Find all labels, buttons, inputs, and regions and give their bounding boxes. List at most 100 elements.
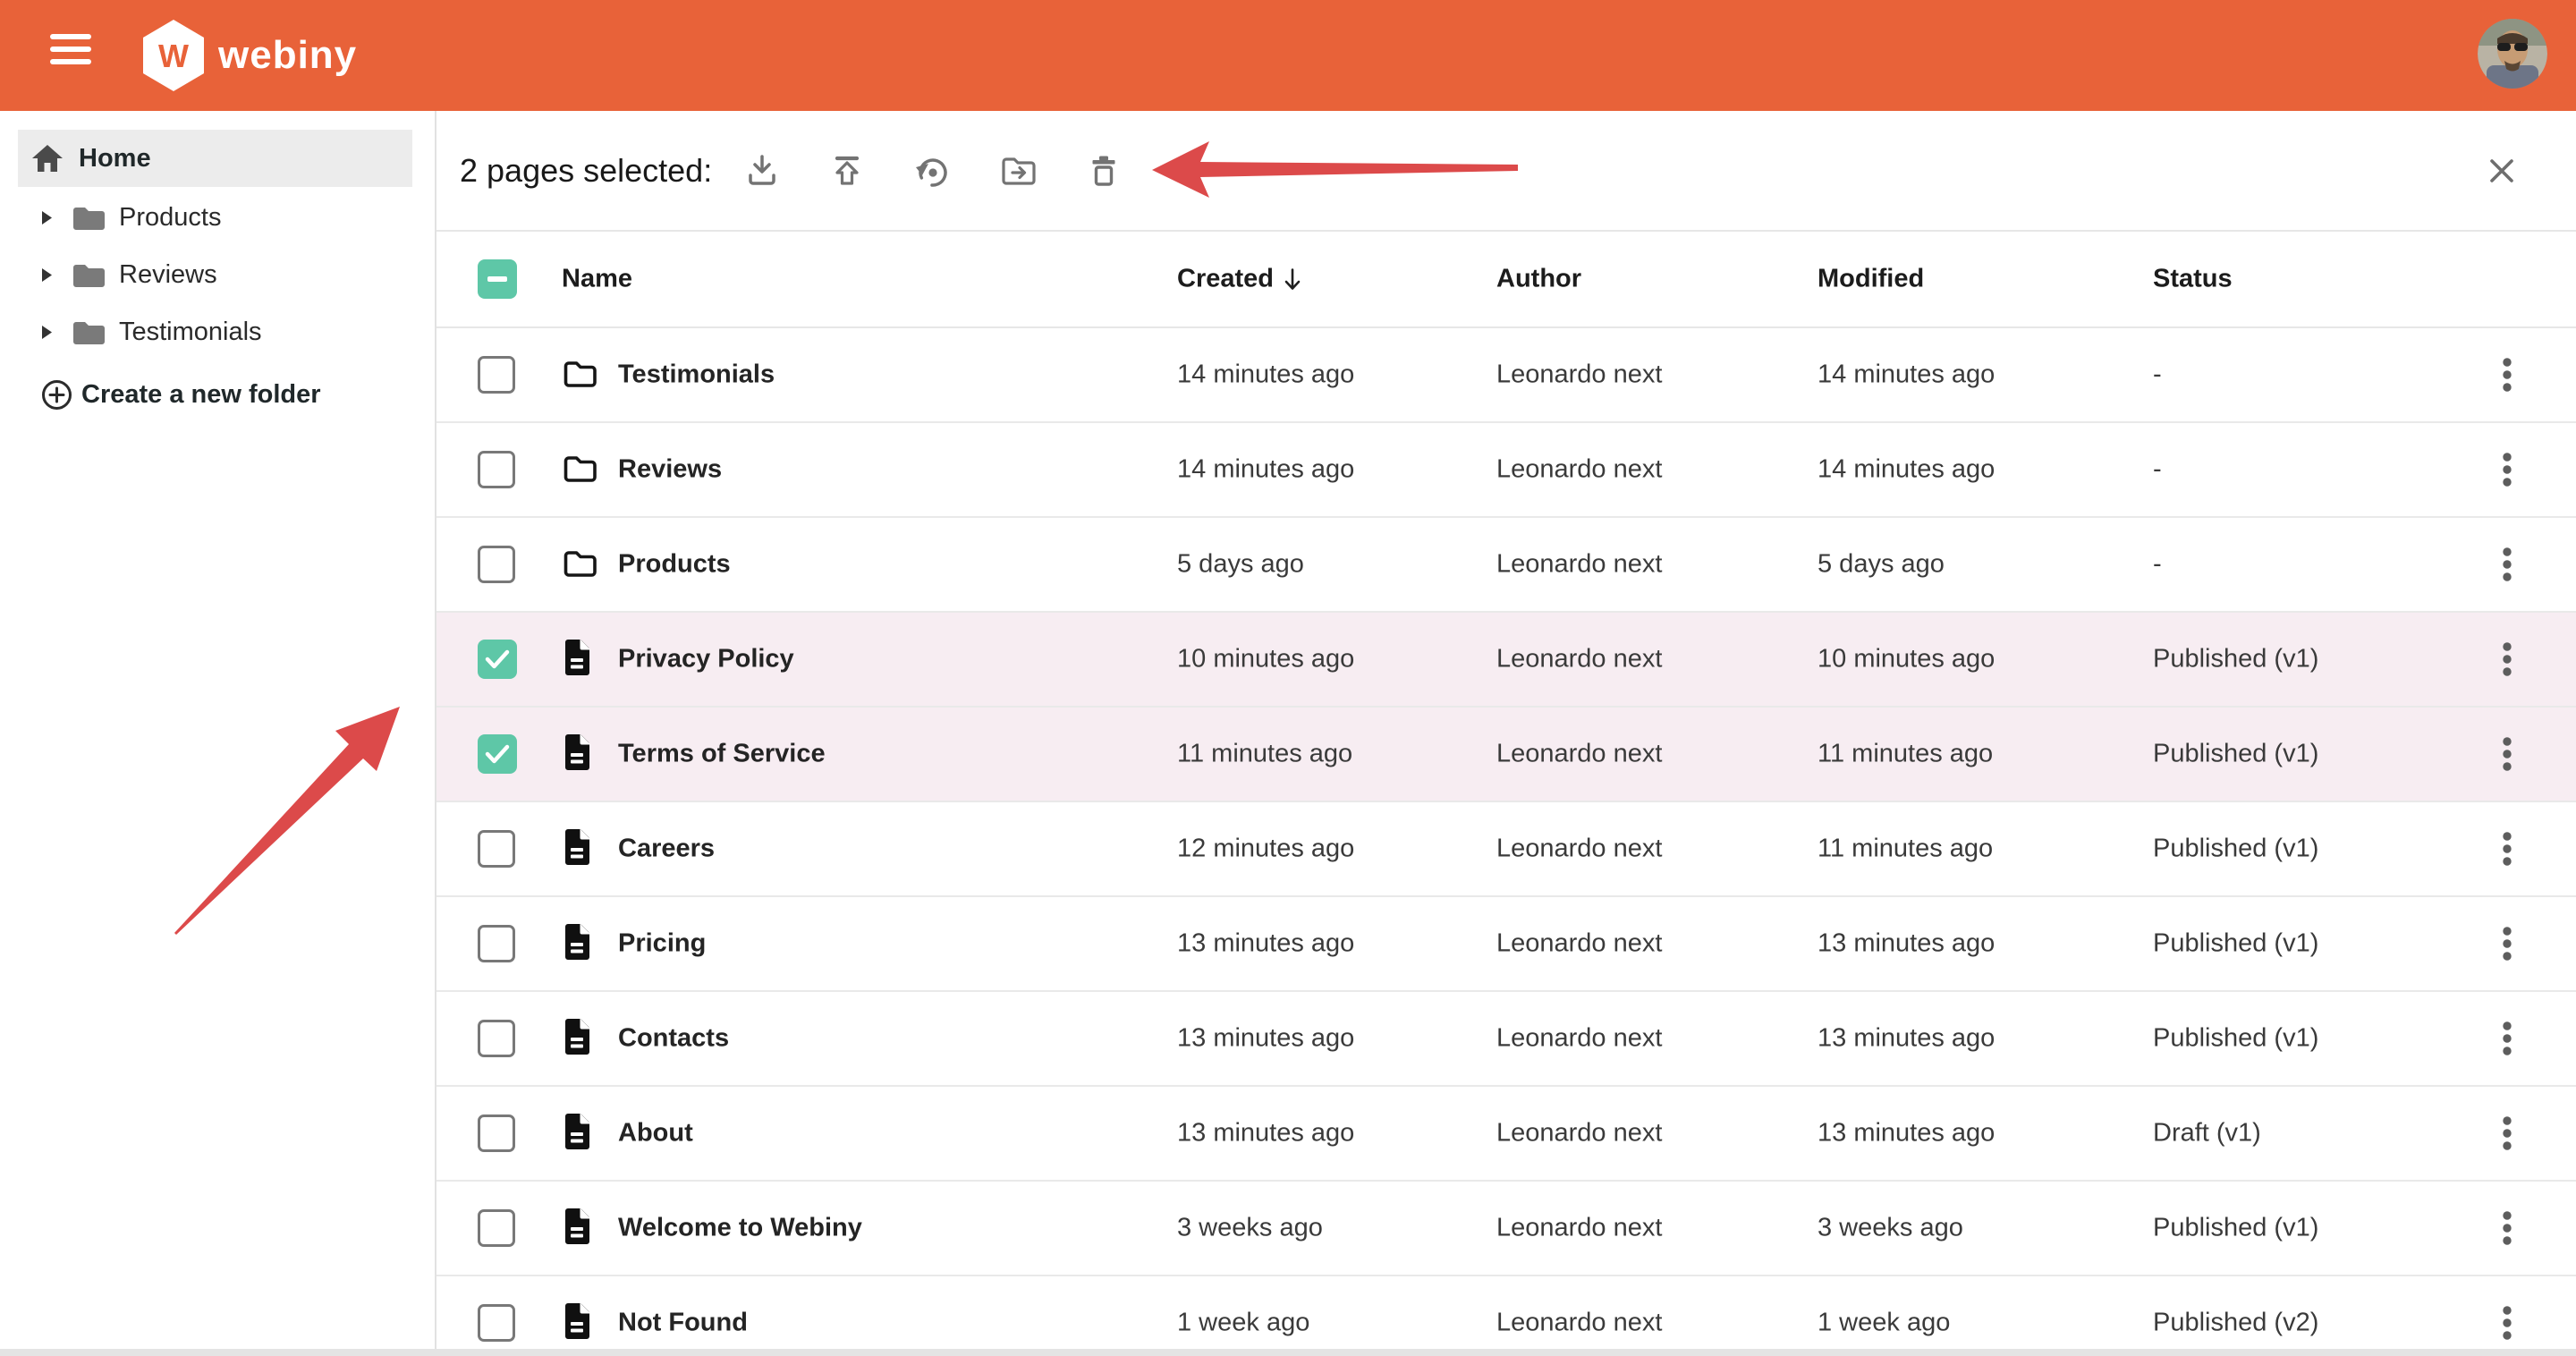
- kebab-menu-icon[interactable]: [2501, 1208, 2513, 1249]
- folder-icon: [71, 203, 107, 233]
- kebab-menu-icon[interactable]: [2501, 354, 2513, 395]
- column-header-name[interactable]: Name: [562, 265, 632, 294]
- row-name[interactable]: Privacy Policy: [618, 645, 794, 674]
- row-checkbox[interactable]: [478, 1114, 515, 1152]
- download-icon[interactable]: [742, 151, 782, 191]
- move-to-folder-icon[interactable]: [999, 151, 1038, 191]
- table-row[interactable]: Privacy Policy 10 minutes ago Leonardo n…: [436, 613, 2576, 708]
- row-checkbox[interactable]: [478, 356, 515, 394]
- kebab-menu-icon[interactable]: [2501, 639, 2513, 680]
- table-row[interactable]: About 13 minutes ago Leonardo next 13 mi…: [436, 1087, 2576, 1182]
- row-modified: 14 minutes ago: [1818, 360, 1995, 390]
- row-author: Leonardo next: [1496, 929, 1662, 959]
- sort-desc-arrow-icon: [1283, 267, 1302, 292]
- brand-wordmark: webiny: [218, 33, 357, 78]
- row-name[interactable]: Terms of Service: [618, 740, 826, 769]
- column-header-author[interactable]: Author: [1496, 265, 1581, 294]
- user-avatar[interactable]: [2478, 19, 2547, 89]
- publish-icon[interactable]: [827, 151, 867, 191]
- row-name[interactable]: Contacts: [618, 1024, 729, 1054]
- kebab-menu-icon[interactable]: [2501, 449, 2513, 490]
- row-status: Published (v1): [2153, 740, 2318, 769]
- create-new-folder-button[interactable]: Create a new folder: [0, 366, 435, 423]
- kebab-menu-icon[interactable]: [2501, 1113, 2513, 1154]
- row-checkbox[interactable]: [478, 1304, 515, 1342]
- row-checkbox[interactable]: [478, 640, 517, 679]
- table-row[interactable]: Testimonials 14 minutes ago Leonardo nex…: [436, 328, 2576, 423]
- row-status: -: [2153, 360, 2162, 390]
- row-checkbox[interactable]: [478, 451, 515, 488]
- row-author: Leonardo next: [1496, 1024, 1662, 1054]
- kebab-menu-icon[interactable]: [2501, 733, 2513, 775]
- sidebar-folder-item[interactable]: Products: [0, 189, 435, 246]
- table-row[interactable]: Contacts 13 minutes ago Leonardo next 13…: [436, 992, 2576, 1087]
- unpublish-restore-icon[interactable]: [912, 151, 952, 191]
- sidebar-folder-item[interactable]: Reviews: [0, 246, 435, 303]
- row-created: 11 minutes ago: [1177, 740, 1352, 769]
- row-created: 13 minutes ago: [1177, 1119, 1354, 1148]
- row-checkbox[interactable]: [478, 1020, 515, 1057]
- row-created: 1 week ago: [1177, 1309, 1309, 1338]
- table-row[interactable]: Careers 12 minutes ago Leonardo next 11 …: [436, 802, 2576, 897]
- kebab-menu-icon[interactable]: [2501, 544, 2513, 585]
- window-bottom-edge: [0, 1349, 2576, 1356]
- folder-icon: [562, 547, 598, 583]
- row-name[interactable]: About: [618, 1119, 693, 1148]
- select-all-checkbox[interactable]: [478, 259, 517, 299]
- table-row[interactable]: Pricing 13 minutes ago Leonardo next 13 …: [436, 897, 2576, 992]
- kebab-menu-icon[interactable]: [2501, 923, 2513, 964]
- hamburger-menu-icon[interactable]: [50, 34, 91, 77]
- row-name[interactable]: Welcome to Webiny: [618, 1214, 862, 1243]
- row-checkbox[interactable]: [478, 734, 517, 774]
- row-modified: 13 minutes ago: [1818, 1119, 1995, 1148]
- sidebar-item-home[interactable]: Home: [18, 130, 412, 187]
- kebab-menu-icon[interactable]: [2501, 1302, 2513, 1343]
- row-name[interactable]: Not Found: [618, 1309, 748, 1338]
- table-row[interactable]: Products 5 days ago Leonardo next 5 days…: [436, 518, 2576, 613]
- sidebar-folder-item[interactable]: Testimonials: [0, 303, 435, 360]
- chevron-right-icon[interactable]: [41, 267, 53, 283]
- row-name[interactable]: Pricing: [618, 929, 706, 959]
- row-modified: 13 minutes ago: [1818, 1024, 1995, 1054]
- close-icon[interactable]: [2487, 157, 2516, 185]
- row-created: 13 minutes ago: [1177, 929, 1354, 959]
- row-checkbox[interactable]: [478, 546, 515, 583]
- table-row[interactable]: Reviews 14 minutes ago Leonardo next 14 …: [436, 423, 2576, 518]
- page-icon: [562, 922, 592, 966]
- column-header-created[interactable]: Created: [1177, 265, 1302, 294]
- row-author: Leonardo next: [1496, 740, 1662, 769]
- row-modified: 11 minutes ago: [1818, 835, 1993, 864]
- table-row[interactable]: Terms of Service 11 minutes ago Leonardo…: [436, 708, 2576, 802]
- row-author: Leonardo next: [1496, 455, 1662, 485]
- column-header-modified[interactable]: Modified: [1818, 265, 1924, 294]
- row-name[interactable]: Careers: [618, 835, 715, 864]
- kebab-menu-icon[interactable]: [2501, 828, 2513, 869]
- page-icon: [562, 1112, 592, 1156]
- row-created: 14 minutes ago: [1177, 360, 1354, 390]
- sidebar-folder-list: Products Reviews Testimonials: [0, 189, 435, 360]
- row-checkbox[interactable]: [478, 830, 515, 868]
- row-checkbox[interactable]: [478, 1209, 515, 1247]
- table-row[interactable]: Welcome to Webiny 3 weeks ago Leonardo n…: [436, 1182, 2576, 1276]
- kebab-menu-icon[interactable]: [2501, 1018, 2513, 1059]
- logo-letter: W: [158, 38, 189, 74]
- folder-icon: [562, 452, 598, 488]
- row-name[interactable]: Reviews: [618, 455, 722, 485]
- chevron-right-icon[interactable]: [41, 210, 53, 225]
- column-header-status[interactable]: Status: [2153, 265, 2233, 294]
- page-icon: [562, 827, 592, 871]
- row-status: Published (v1): [2153, 929, 2318, 959]
- row-name[interactable]: Products: [618, 550, 731, 580]
- row-modified: 1 week ago: [1818, 1309, 1950, 1338]
- delete-icon[interactable]: [1084, 151, 1123, 191]
- webiny-hexagon-icon: W: [143, 20, 204, 91]
- row-checkbox[interactable]: [478, 925, 515, 962]
- chevron-right-icon[interactable]: [41, 325, 53, 340]
- table-row[interactable]: Not Found 1 week ago Leonardo next 1 wee…: [436, 1276, 2576, 1356]
- webiny-logo[interactable]: W webiny: [143, 19, 357, 92]
- row-name[interactable]: Testimonials: [618, 360, 775, 390]
- row-author: Leonardo next: [1496, 360, 1662, 390]
- page-icon: [562, 1301, 592, 1345]
- folder-icon: [562, 357, 598, 394]
- webiny-page-builder-window: W webiny Home: [0, 0, 2576, 1356]
